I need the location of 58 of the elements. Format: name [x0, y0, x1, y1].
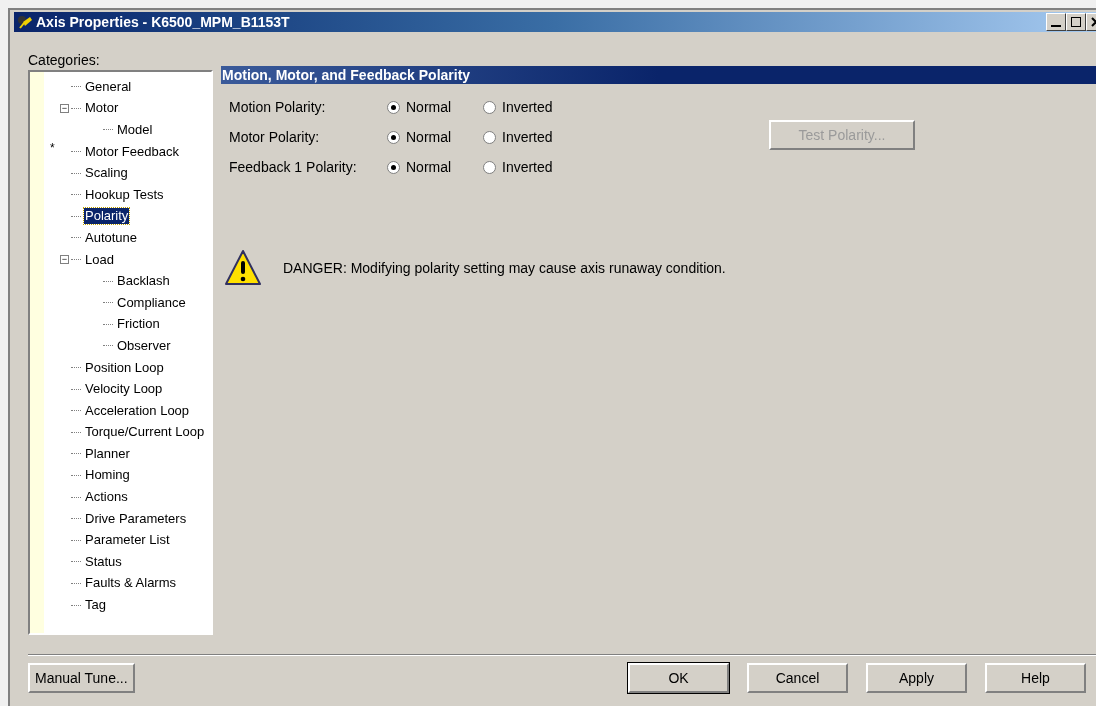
- tree-item[interactable]: Faults & Alarms: [84, 575, 178, 592]
- axis-icon: [16, 14, 34, 30]
- radio-button[interactable]: [483, 130, 496, 144]
- tree-item[interactable]: Load: [84, 251, 115, 268]
- tree-item[interactable]: Position Loop: [84, 359, 165, 376]
- radio-button[interactable]: [387, 100, 400, 114]
- tree-item[interactable]: Motor Feedback: [84, 143, 180, 160]
- section-header: Motion, Motor, and Feedback Polarity: [221, 66, 1096, 84]
- categories-label: Categories:: [28, 52, 101, 68]
- radio-label: Inverted: [502, 97, 553, 117]
- radio-button[interactable]: [387, 130, 400, 144]
- tree-item[interactable]: Drive Parameters: [84, 510, 188, 527]
- tree-item[interactable]: Torque/Current Loop: [84, 424, 206, 441]
- tree-item[interactable]: Backlash: [116, 273, 171, 290]
- tree-item[interactable]: Scaling: [84, 165, 129, 182]
- tree-item[interactable]: Model: [116, 122, 154, 138]
- radio-label: Inverted: [502, 157, 553, 177]
- dialog-button[interactable]: Help: [985, 663, 1086, 693]
- polarity-label: Feedback 1 Polarity:: [229, 157, 358, 177]
- maximize-icon: [1071, 17, 1081, 27]
- tree-item[interactable]: Planner: [84, 445, 131, 462]
- danger-message: DANGER: Modifying polarity setting may cause axis runaway condition.: [283, 258, 726, 278]
- dialog-button[interactable]: Cancel: [747, 663, 848, 693]
- radio-button[interactable]: [387, 160, 400, 174]
- dialog-button[interactable]: Apply: [866, 663, 967, 693]
- tree-item[interactable]: Status: [84, 553, 123, 570]
- tree-item[interactable]: Compliance: [116, 294, 187, 311]
- collapse-toggle[interactable]: −: [60, 255, 69, 265]
- tree-item[interactable]: Autotune: [84, 229, 139, 246]
- tree-item[interactable]: Hookup Tests: [84, 186, 165, 203]
- modified-marker: *: [50, 140, 55, 155]
- warning-icon: [223, 248, 263, 288]
- radio-button[interactable]: [483, 160, 496, 174]
- radio-label: Normal: [406, 157, 452, 177]
- radio-button[interactable]: [483, 100, 496, 114]
- tree-item[interactable]: General: [84, 78, 133, 95]
- tree-item[interactable]: Velocity Loop: [84, 381, 164, 398]
- radio-label: Inverted: [502, 127, 553, 147]
- dialog-button[interactable]: OK: [628, 663, 729, 693]
- radio-label: Normal: [406, 127, 452, 147]
- window-title: Axis Properties - K6500_MPM_B1153T: [36, 12, 290, 32]
- minimize-icon: [1051, 25, 1061, 27]
- tree-item[interactable]: Observer: [116, 337, 172, 354]
- tree-item[interactable]: Actions: [84, 489, 129, 506]
- tree-item[interactable]: Motor: [84, 100, 120, 117]
- tree-item[interactable]: Parameter List: [84, 532, 171, 549]
- tree-item[interactable]: Friction: [116, 316, 161, 333]
- radio-label: Normal: [406, 97, 452, 117]
- tree-item[interactable]: Polarity: [84, 208, 130, 225]
- maximize-button[interactable]: [1066, 13, 1086, 31]
- polarity-label: Motion Polarity:: [229, 97, 327, 117]
- tree-item[interactable]: Acceleration Loop: [84, 402, 191, 419]
- tree-item[interactable]: Tag: [84, 597, 107, 614]
- tree-item[interactable]: Homing: [84, 467, 131, 484]
- minimize-button[interactable]: [1046, 13, 1066, 31]
- collapse-toggle[interactable]: −: [60, 103, 69, 113]
- dialog-button[interactable]: Manual Tune...: [28, 663, 135, 693]
- polarity-label: Motor Polarity:: [229, 127, 321, 147]
